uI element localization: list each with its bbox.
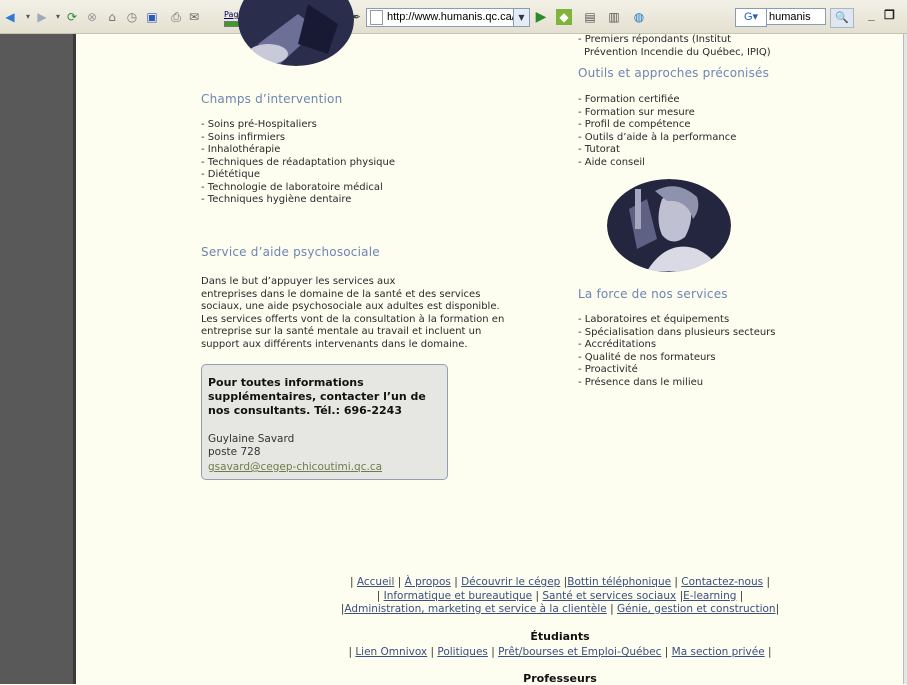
footer-link-administration[interactable]: Administration, marketing et service à l… — [344, 603, 606, 615]
forward-icon[interactable]: ▶ — [34, 9, 50, 25]
list-item: - Aide conseil — [578, 156, 645, 168]
psycho-line: sociaux, une aide psychosociale aux adul… — [201, 301, 500, 312]
contact-email-link[interactable]: gsavard@cegep-chicoutimi.qc.ca — [208, 461, 382, 473]
address-text: http://www.humanis.qc.ca/sante. — [387, 11, 515, 23]
force-heading: La force de nos services — [578, 287, 728, 301]
premiers-line2: Prévention Incendie du Québec, IPIQ) — [584, 46, 771, 58]
list-item: - Tutorat — [578, 144, 620, 155]
footer-link-informatique[interactable]: Informatique et bureautique — [384, 590, 533, 602]
search-input[interactable]: humanis — [766, 8, 826, 25]
footer-link-elearning[interactable]: E-learning — [683, 590, 736, 602]
print-preview-icon[interactable]: ▥ — [606, 9, 622, 25]
page-icon — [370, 10, 383, 25]
list-item: - Spécialisation dans plusieurs secteurs — [578, 326, 776, 338]
list-item: - Présence dans le milieu — [578, 376, 704, 388]
footer-link-genie[interactable]: Génie, gestion et construction — [617, 603, 776, 615]
addon-icon[interactable]: ◆ — [556, 9, 572, 25]
footer-link-decouvrir[interactable]: Découvrir le cégep — [461, 576, 560, 588]
footer-nav-row1: | Accueil | À propos | Découvrir le cége… — [350, 576, 770, 588]
browser-toolbar: ◀ ▾ ▶ ▾ ⟳ ⊗ ⌂ ◷ ▣ ⎙ ✉ PageRank ◱ ▾ ✿ ✎ ◧… — [0, 0, 907, 34]
footer-link-a-propos[interactable]: À propos — [405, 576, 451, 588]
mail-icon[interactable]: ✉ — [186, 9, 202, 25]
footer-link-bottin[interactable]: Bottin téléphonique — [567, 576, 671, 588]
bookmarks-icon[interactable]: ▣ — [144, 9, 160, 25]
search-icon[interactable]: 🔍 — [830, 8, 854, 28]
restore-icon[interactable]: ❐ — [884, 8, 895, 22]
list-item: - Techniques hygiène dentaire — [201, 194, 352, 205]
list-item: - Laboratoires et équipements — [578, 314, 730, 325]
globe-icon[interactable]: ◍ — [631, 9, 647, 25]
refresh-icon[interactable]: ⟳ — [64, 9, 80, 25]
psycho-heading: Service d’aide psychosociale — [201, 245, 380, 259]
outils-list: - Formation certifiée - Formation sur me… — [578, 94, 736, 169]
list-item: - Accréditations — [578, 339, 657, 350]
page-left-edge — [73, 34, 76, 684]
back-icon[interactable]: ◀ — [2, 9, 18, 25]
list-item: - Proactivité — [578, 364, 638, 375]
psycho-line: entreprise sur la santé mentale au trava… — [201, 326, 482, 337]
page-left-margin — [0, 34, 73, 684]
address-bar[interactable]: http://www.humanis.qc.ca/sante. — [366, 8, 515, 27]
google-label: G — [743, 11, 753, 23]
minimize-icon[interactable]: _ — [868, 8, 875, 22]
scrollbar[interactable] — [903, 34, 907, 684]
footer-nav-row4: | Lien Omnivox | Politiques | Prêt/bours… — [348, 646, 772, 658]
footer-link-accueil[interactable]: Accueil — [357, 576, 395, 588]
list-item: - Profil de compétence — [578, 119, 691, 130]
force-list: - Laboratoires et équipements - Spéciali… — [578, 314, 776, 389]
google-button[interactable]: G▾ — [735, 8, 767, 27]
contact-box: Pour toutes informations supplémentaires… — [201, 364, 448, 480]
home-icon[interactable]: ⌂ — [104, 9, 120, 25]
list-item: - Technologie de laboratoire médical — [201, 181, 383, 193]
list-item: - Outils d’aide à la performance — [578, 131, 737, 143]
contact-name: Guylaine Savard — [208, 433, 295, 445]
professeurs-heading: Professeurs — [523, 672, 597, 685]
list-item: - Formation certifiée — [578, 94, 680, 105]
woman-photo — [607, 179, 731, 272]
premiers-line1: - Premiers répondants (Institut — [578, 34, 732, 45]
list-item: - Soins pré-Hospitaliers — [201, 119, 317, 130]
list-item: - Qualité de nos formateurs — [578, 351, 716, 363]
psycho-text: Dans le but d’appuyer les services aux e… — [201, 276, 561, 351]
footer-link-sante[interactable]: Santé et services sociaux — [542, 590, 676, 602]
history-icon[interactable]: ◷ — [124, 9, 140, 25]
footer-link-omnivox[interactable]: Lien Omnivox — [355, 646, 427, 658]
contact-details: Guylaine Savard poste 728 — [208, 433, 294, 458]
list-item: - Soins infirmiers — [201, 131, 286, 143]
contact-poste: poste 728 — [208, 445, 261, 458]
psycho-line: support aux différents intervenants dans… — [201, 338, 468, 350]
psycho-line: Dans le but d’appuyer les services aux — [201, 276, 396, 287]
list-item: - Inhalothérapie — [201, 144, 281, 155]
footer-nav-row3: |Administration, marketing et service à … — [340, 603, 780, 615]
outils-heading: Outils et approches préconisés — [578, 66, 770, 80]
print-icon[interactable]: ⎙ — [168, 9, 184, 25]
champs-heading: Champs d’intervention — [201, 92, 343, 106]
champs-list: - Soins pré-Hospitaliers - Soins infirmi… — [201, 119, 395, 207]
footer-link-politiques[interactable]: Politiques — [437, 646, 488, 658]
footer-link-section-privee[interactable]: Ma section privée — [672, 646, 765, 658]
etudiants-heading: Étudiants — [530, 630, 590, 643]
contact-title: Pour toutes informations supplémentaires… — [208, 376, 426, 417]
list-item: - Diététique — [201, 169, 261, 180]
address-dropdown[interactable]: ▼ — [513, 8, 530, 27]
footer-nav-row2: | Informatique et bureautique | Santé et… — [376, 590, 744, 602]
list-item: - Formation sur mesure — [578, 106, 695, 118]
premiers-repondants: - Premiers répondants (Institut Préventi… — [578, 34, 771, 59]
psycho-line: Les services offerts vont de la consulta… — [201, 313, 505, 325]
list-item: - Techniques de réadaptation physique — [201, 156, 396, 168]
window-icon[interactable]: ▤ — [582, 9, 598, 25]
go-icon[interactable]: ▶ — [532, 8, 550, 26]
psycho-line: entreprises dans le domaine de la santé … — [201, 288, 481, 300]
stop-icon[interactable]: ⊗ — [84, 9, 100, 25]
footer-link-prets[interactable]: Prêt/bourses et Emploi-Québec — [498, 646, 661, 658]
footer-link-contact[interactable]: Contactez-nous — [681, 576, 763, 588]
top-photo — [238, 0, 354, 66]
